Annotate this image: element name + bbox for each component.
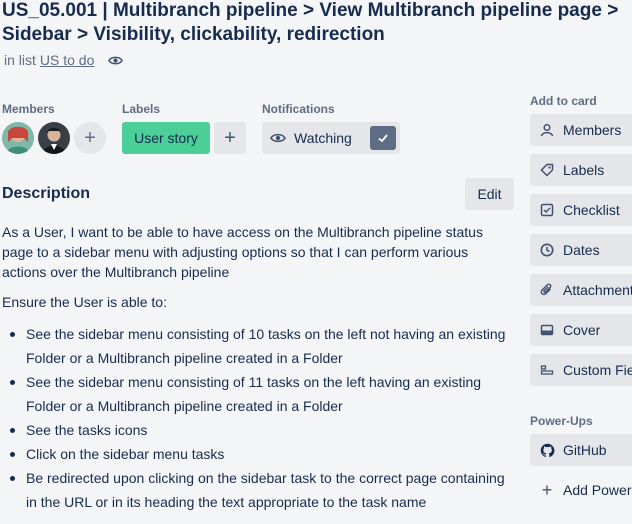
watching-button[interactable]: Watching xyxy=(262,122,400,154)
sidebar-checklist-button[interactable]: Checklist xyxy=(530,194,632,226)
list-link[interactable]: US to do xyxy=(40,52,94,68)
watching-eye-icon xyxy=(108,53,124,68)
list-item: See the sidebar menu consisting of 10 ta… xyxy=(2,322,516,370)
list-item: Click on the sidebar menu tasks xyxy=(2,442,516,466)
sidebar-button-label: Attachment xyxy=(563,282,632,298)
power-ups-title: Power-Ups xyxy=(530,414,593,428)
eye-icon xyxy=(270,130,286,146)
description-paragraph: As a User, I want to be able to have acc… xyxy=(2,224,483,280)
sidebar-custom-fields-button[interactable]: Custom Fie xyxy=(530,354,632,386)
description-heading: Description xyxy=(2,185,91,202)
github-icon xyxy=(539,443,555,458)
member-avatar-1[interactable] xyxy=(2,122,34,154)
sidebar-button-label: Checklist xyxy=(563,202,620,218)
description-paragraph: Ensure the User is able to: xyxy=(2,294,167,310)
description-list: See the sidebar menu consisting of 10 ta… xyxy=(2,322,516,514)
in-list-label: in list xyxy=(4,52,36,68)
check-icon xyxy=(370,126,396,150)
sidebar-members-button[interactable]: Members xyxy=(530,114,632,146)
plus-icon: + xyxy=(541,479,553,500)
sidebar-button-label: Members xyxy=(563,122,622,138)
watching-label: Watching xyxy=(294,130,352,146)
add-power-ups-button[interactable]: + Add Power- xyxy=(530,474,632,506)
card-title[interactable]: US_05.001 | Multibranch pipeline > View … xyxy=(2,0,632,47)
labels-label: Labels xyxy=(122,102,161,116)
github-button[interactable]: GitHub xyxy=(530,434,632,466)
sidebar-button-label: Dates xyxy=(563,242,600,258)
clock-icon xyxy=(539,243,555,257)
sidebar-cover-button[interactable]: Cover xyxy=(530,314,632,346)
paperclip-icon xyxy=(539,283,555,297)
description-body[interactable]: As a User, I want to be able to have acc… xyxy=(2,222,516,514)
sidebar-button-label: GitHub xyxy=(563,442,607,458)
list-location: in list US to do xyxy=(4,52,124,68)
person-icon xyxy=(539,123,555,137)
add-label-button[interactable]: + xyxy=(214,122,246,154)
sidebar-button-label: Cover xyxy=(563,322,601,338)
edit-description-button[interactable]: Edit xyxy=(465,178,514,210)
sidebar-dates-button[interactable]: Dates xyxy=(530,234,632,266)
tag-icon xyxy=(539,163,555,177)
label-user-story[interactable]: User story xyxy=(122,122,210,154)
sidebar-attachment-button[interactable]: Attachment xyxy=(530,274,632,306)
sidebar-button-label: Labels xyxy=(563,162,605,178)
members-label: Members xyxy=(2,102,55,116)
list-item: Be redirected upon clicking on the sideb… xyxy=(2,466,516,514)
list-item: See the sidebar menu consisting of 11 ta… xyxy=(2,370,516,418)
checklist-icon xyxy=(539,203,555,217)
add-to-card-title: Add to card xyxy=(530,94,597,108)
notifications-label: Notifications xyxy=(262,102,335,116)
member-avatar-2[interactable] xyxy=(38,122,70,154)
sidebar-button-label: Custom Fie xyxy=(563,362,632,378)
add-member-button[interactable]: + xyxy=(74,122,106,154)
sidebar-labels-button[interactable]: Labels xyxy=(530,154,632,186)
custom-fields-icon xyxy=(539,363,555,377)
cover-icon xyxy=(539,323,555,337)
list-item: See the tasks icons xyxy=(2,418,516,442)
sidebar-button-label: Add Power- xyxy=(563,482,632,498)
